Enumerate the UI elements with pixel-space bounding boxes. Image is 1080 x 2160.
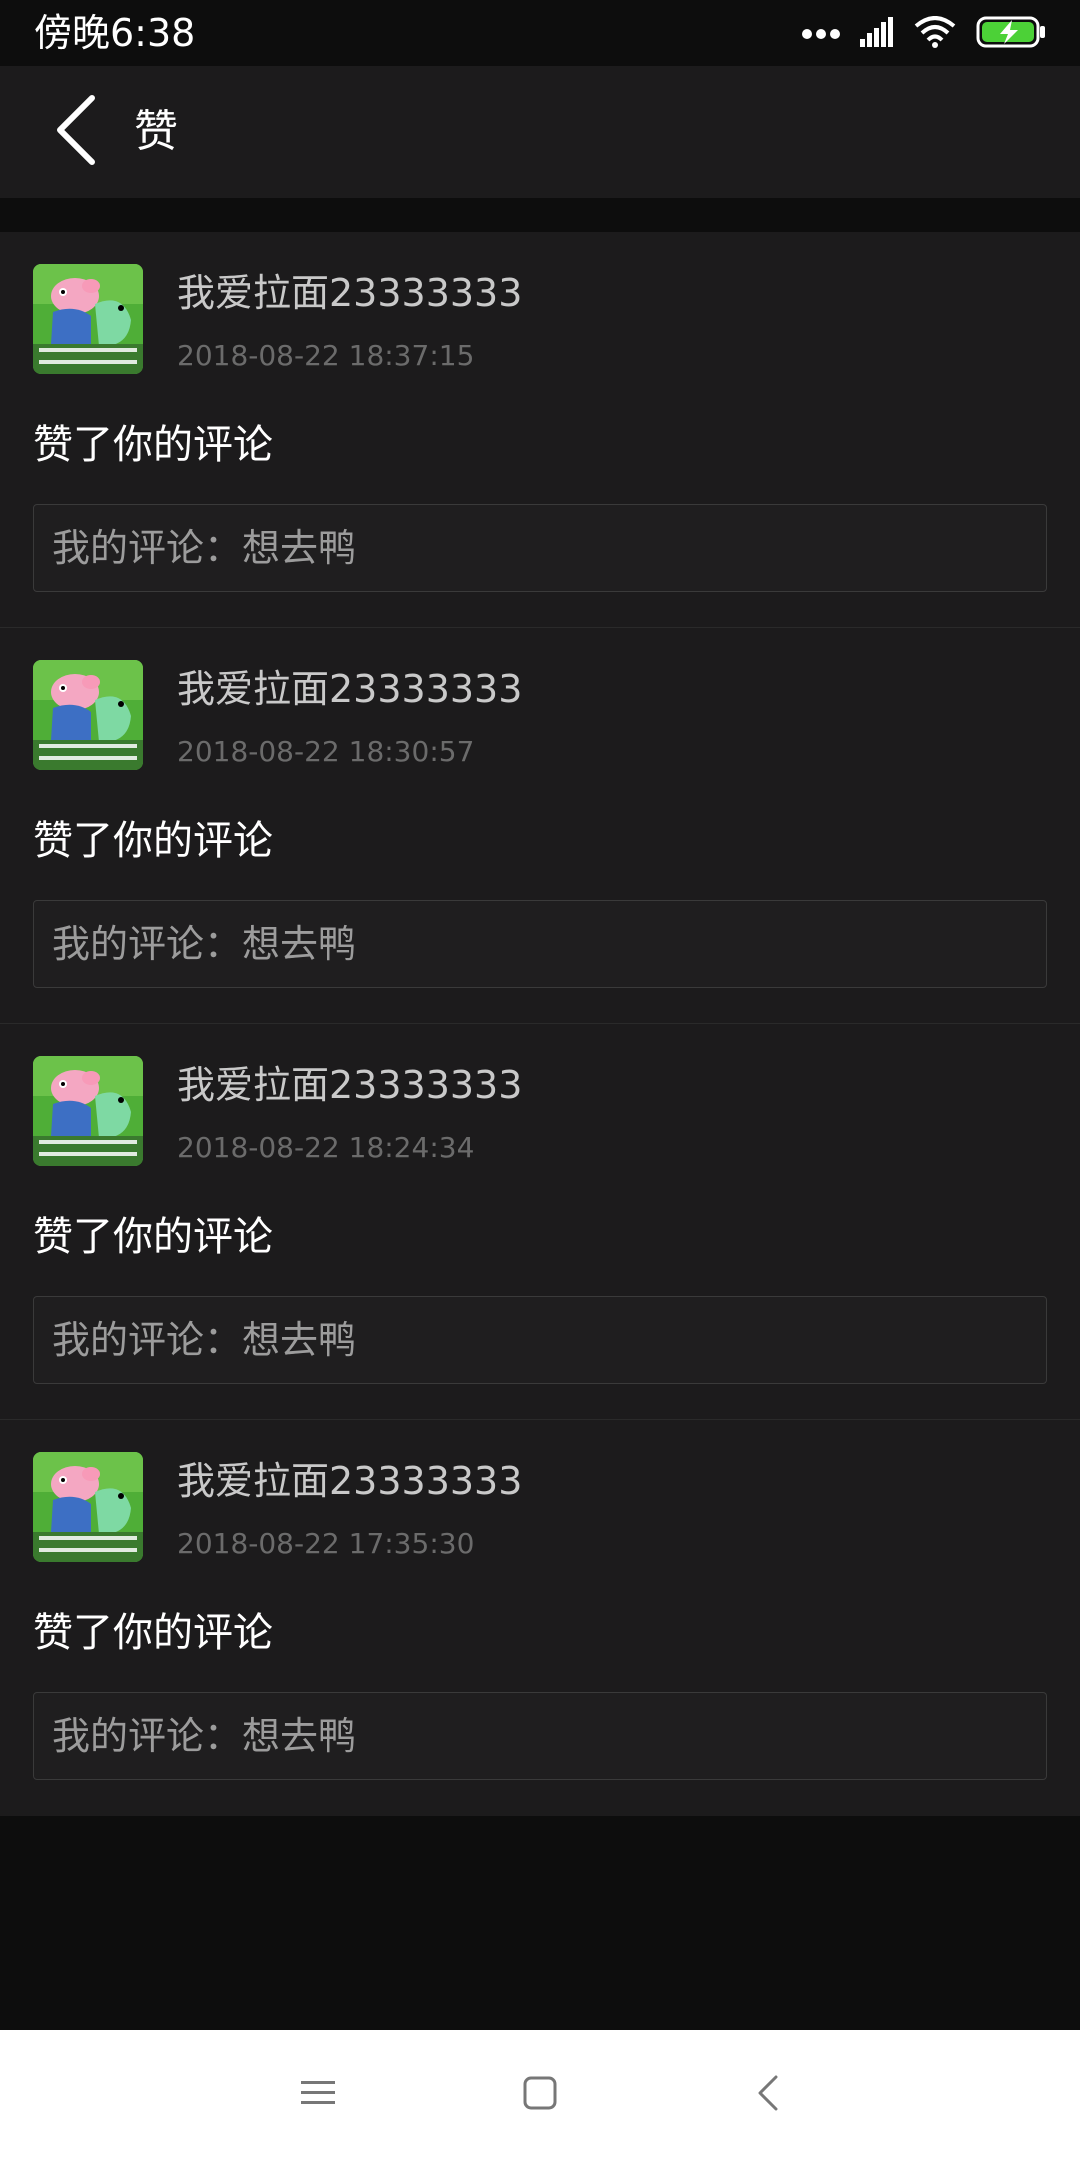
home-button[interactable]	[500, 2060, 580, 2130]
back-triangle-icon	[756, 2075, 780, 2115]
comment-text: 我的评论：想去鸭	[52, 1318, 357, 1362]
username[interactable]: 我爱拉面23333333	[177, 268, 522, 318]
comment-box[interactable]: 我的评论：想去鸭	[33, 1296, 1047, 1384]
notification-item[interactable]: 我爱拉面23333333 2018-08-22 18:37:15 赞了你的评论 …	[0, 232, 1080, 628]
status-time: 傍晚6:38	[34, 11, 196, 55]
timestamp: 2018-08-22 18:24:34	[177, 1131, 475, 1164]
notification-item[interactable]: 我爱拉面23333333 2018-08-22 18:24:34 赞了你的评论 …	[0, 1024, 1080, 1420]
timestamp: 2018-08-22 18:37:15	[177, 339, 475, 372]
timestamp: 2018-08-22 17:35:30	[177, 1527, 475, 1560]
avatar[interactable]	[33, 1056, 143, 1166]
wifi-icon	[914, 16, 956, 52]
username[interactable]: 我爱拉面23333333	[177, 1456, 522, 1506]
comment-box[interactable]: 我的评论：想去鸭	[33, 1692, 1047, 1780]
comment-text: 我的评论：想去鸭	[52, 922, 357, 966]
divider-band	[0, 198, 1080, 232]
action-text: 赞了你的评论	[33, 818, 273, 864]
comment-box[interactable]: 我的评论：想去鸭	[33, 900, 1047, 988]
battery-charging-icon	[976, 16, 1046, 52]
username[interactable]: 我爱拉面23333333	[177, 664, 522, 714]
notification-list: 我爱拉面23333333 2018-08-22 18:37:15 赞了你的评论 …	[0, 232, 1080, 1816]
app-bar: 赞	[0, 66, 1080, 198]
timestamp: 2018-08-22 18:30:57	[177, 735, 475, 768]
comment-box[interactable]: 我的评论：想去鸭	[33, 504, 1047, 592]
more-dots-icon	[802, 25, 840, 44]
status-bar: 傍晚6:38	[0, 0, 1080, 66]
home-square-icon	[523, 2076, 557, 2114]
menu-button[interactable]	[278, 2060, 358, 2130]
action-text: 赞了你的评论	[33, 1610, 273, 1656]
status-icons	[802, 14, 1046, 54]
system-nav-bar	[0, 2030, 1080, 2160]
menu-icon	[301, 2079, 335, 2111]
comment-text: 我的评论：想去鸭	[52, 526, 357, 570]
back-nav-button[interactable]	[728, 2060, 808, 2130]
avatar[interactable]	[33, 1452, 143, 1562]
notification-item[interactable]: 我爱拉面23333333 2018-08-22 18:30:57 赞了你的评论 …	[0, 628, 1080, 1024]
avatar[interactable]	[33, 264, 143, 374]
action-text: 赞了你的评论	[33, 1214, 273, 1260]
back-button[interactable]	[40, 94, 112, 170]
notification-item[interactable]: 我爱拉面23333333 2018-08-22 17:35:30 赞了你的评论 …	[0, 1420, 1080, 1816]
comment-text: 我的评论：想去鸭	[52, 1714, 357, 1758]
avatar[interactable]	[33, 660, 143, 770]
signal-icon	[860, 17, 894, 51]
page-title: 赞	[134, 106, 178, 157]
username[interactable]: 我爱拉面23333333	[177, 1060, 522, 1110]
action-text: 赞了你的评论	[33, 422, 273, 468]
chevron-left-icon	[54, 94, 98, 170]
